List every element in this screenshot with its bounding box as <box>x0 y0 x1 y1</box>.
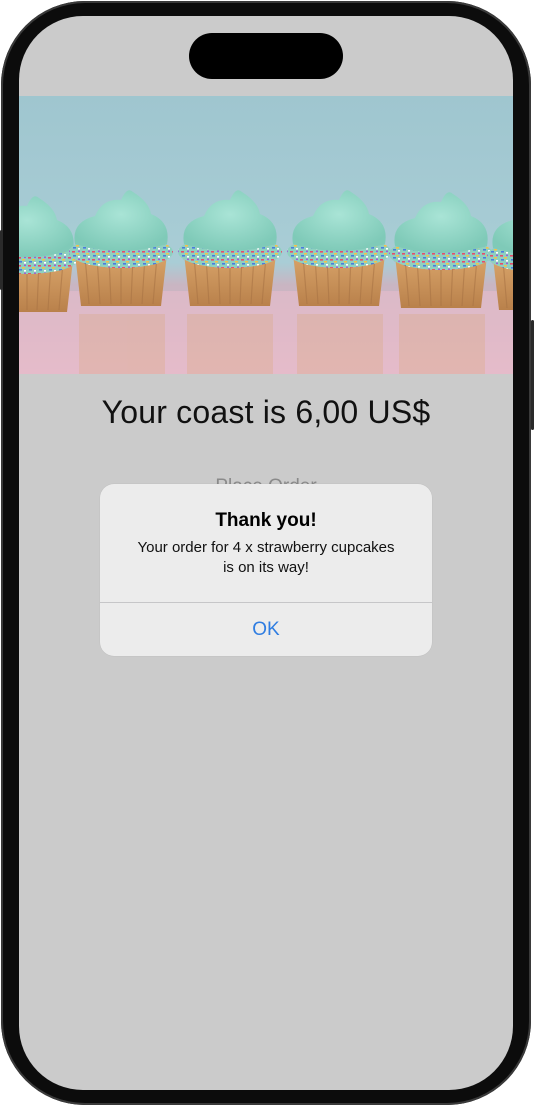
alert-message-line: Your order for 4 x strawberry cupcakes <box>137 539 395 556</box>
order-confirmation-alert: Thank you! Your order for 4 x strawberry… <box>100 484 432 656</box>
ok-button[interactable]: OK <box>100 603 432 656</box>
alert-message-line: is on its way! <box>223 559 309 576</box>
phone-device: Your coast is 6,00 US$ Place Order Thank… <box>0 0 534 1107</box>
volume-button <box>0 230 3 290</box>
app-screen: Your coast is 6,00 US$ Place Order Thank… <box>19 16 513 1090</box>
alert-title: Thank you! <box>215 510 317 531</box>
alert-message: Your order for 4 x strawberry cupcakes i… <box>116 538 416 578</box>
